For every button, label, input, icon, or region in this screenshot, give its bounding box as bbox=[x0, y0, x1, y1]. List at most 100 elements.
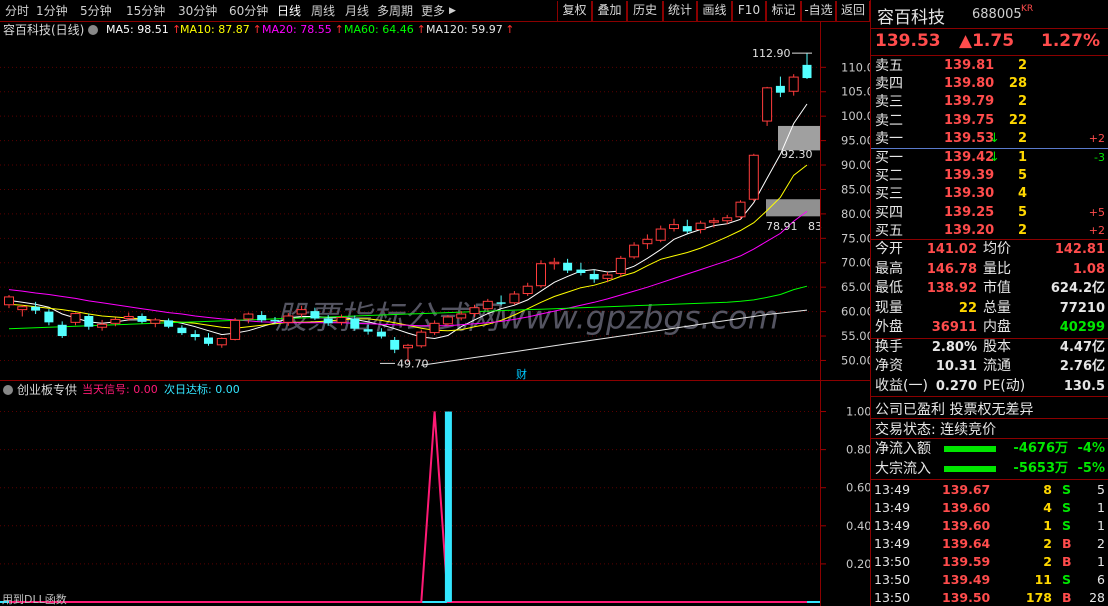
candle[interactable] bbox=[204, 333, 213, 346]
financial-marker[interactable]: 财 bbox=[516, 367, 527, 380]
tick-count: 28 bbox=[1089, 590, 1105, 605]
candle[interactable] bbox=[642, 234, 653, 250]
toolbar-button[interactable]: 标记 bbox=[766, 1, 801, 21]
candle[interactable] bbox=[216, 337, 227, 348]
level-label: 卖二 bbox=[875, 112, 903, 129]
period-tab[interactable]: 日线 bbox=[277, 2, 301, 20]
more-arrow-icon[interactable]: ▶ bbox=[449, 2, 456, 20]
period-tab[interactable]: 60分钟 bbox=[229, 2, 268, 20]
candle[interactable] bbox=[788, 74, 799, 96]
candle[interactable] bbox=[602, 272, 613, 283]
candle[interactable] bbox=[695, 220, 706, 234]
bid-row[interactable]: 买二 139.39 5 bbox=[871, 167, 1108, 185]
bid-row[interactable]: 买五 139.20 2 +2 bbox=[871, 222, 1108, 240]
last-price: 139.53 bbox=[875, 31, 941, 51]
candle-body bbox=[602, 274, 613, 279]
candle[interactable] bbox=[230, 317, 241, 341]
candle-body bbox=[669, 224, 679, 230]
candle[interactable] bbox=[137, 313, 147, 324]
stat-label: 换手 bbox=[875, 339, 903, 355]
toolbar-button[interactable]: 统计 bbox=[663, 1, 697, 21]
candle[interactable] bbox=[70, 312, 81, 326]
candle[interactable] bbox=[150, 317, 161, 328]
period-tab[interactable]: 分时 bbox=[5, 2, 29, 20]
ask-row[interactable]: 卖一 139.53 ↓ 2 +2 bbox=[871, 130, 1108, 148]
candle-body bbox=[97, 323, 108, 328]
price-chart[interactable]: 110.0 105.0 100.0 95.00 90.00 85.00 80.00 75.00… bbox=[0, 38, 870, 380]
toolbar-button[interactable]: 叠加 bbox=[592, 1, 627, 21]
candle[interactable] bbox=[735, 200, 746, 220]
candle[interactable] bbox=[243, 312, 254, 324]
period-tab[interactable]: 1分钟 bbox=[36, 2, 68, 20]
candle[interactable] bbox=[390, 337, 400, 354]
bid-row[interactable]: 买四 139.25 5 +5 bbox=[871, 204, 1108, 222]
candle-body bbox=[4, 296, 14, 306]
period-tab[interactable]: 月线 bbox=[345, 2, 369, 20]
indicator-chart[interactable]: 1.00 0.80 0.60 0.40 0.20 用到DLL函数 bbox=[0, 398, 870, 606]
level-price: 139.75 bbox=[944, 112, 995, 128]
period-tab[interactable]: 更多 bbox=[421, 2, 445, 20]
level-volume: 2 bbox=[1017, 94, 1027, 110]
candle[interactable] bbox=[177, 325, 187, 336]
tick-time: 13:50 bbox=[874, 590, 911, 605]
ask-row[interactable]: 卖三 139.79 2 bbox=[871, 93, 1108, 111]
candle[interactable] bbox=[416, 329, 427, 348]
level-label: 买四 bbox=[875, 204, 903, 221]
candle[interactable] bbox=[762, 86, 773, 126]
candle[interactable] bbox=[190, 330, 200, 341]
candle[interactable] bbox=[84, 313, 94, 330]
period-tab[interactable]: 周线 bbox=[311, 2, 335, 20]
ask-row[interactable]: 卖四 139.80 28 bbox=[871, 75, 1108, 93]
toolbar-button[interactable]: 返回 bbox=[836, 1, 870, 21]
candle[interactable] bbox=[802, 53, 812, 80]
candle[interactable] bbox=[4, 294, 14, 309]
toolbar-button[interactable]: 复权 bbox=[557, 1, 592, 21]
candle[interactable] bbox=[615, 255, 626, 277]
period-tab[interactable]: 15分钟 bbox=[126, 2, 165, 20]
chevron-down-icon[interactable] bbox=[88, 25, 98, 35]
candle[interactable] bbox=[629, 242, 640, 259]
candle[interactable] bbox=[576, 262, 586, 276]
period-toolbar: 分时 1分钟 5分钟 15分钟 30分钟 60分钟 日线 周线 月线 多周期 更多 ▶ 复权 叠加 历史 统计… bbox=[0, 0, 870, 22]
level-volume: 28 bbox=[1008, 76, 1027, 92]
candle[interactable] bbox=[748, 153, 759, 202]
tick-row: 13:49 139.64 2 B 2 bbox=[871, 535, 1108, 553]
candle[interactable] bbox=[57, 321, 67, 338]
candle[interactable] bbox=[655, 225, 666, 243]
candle[interactable] bbox=[509, 291, 520, 305]
ask-row[interactable]: 卖五 139.81 2 bbox=[871, 57, 1108, 75]
candle[interactable] bbox=[669, 218, 679, 232]
candle[interactable] bbox=[257, 311, 267, 323]
flow-row: 净流入额 -4676万 -4% bbox=[871, 439, 1108, 459]
candle[interactable] bbox=[682, 219, 692, 234]
candle[interactable] bbox=[775, 76, 785, 98]
bid-row[interactable]: 买一 139.42 ↓ 1 -3 bbox=[871, 149, 1108, 167]
candle[interactable] bbox=[536, 260, 546, 288]
toolbar-button[interactable]: 画线 bbox=[697, 1, 732, 21]
candle[interactable] bbox=[563, 258, 573, 274]
candle-body bbox=[642, 238, 653, 245]
stock-name[interactable]: 容百科技 bbox=[877, 3, 945, 28]
period-tab[interactable]: 5分钟 bbox=[80, 2, 112, 20]
stat-row: 收益(一) 0.270 PE(动) 130.5 bbox=[871, 377, 1108, 396]
level-volume: 22 bbox=[1008, 112, 1027, 128]
period-tab[interactable]: 多周期 bbox=[377, 2, 413, 20]
period-tab[interactable]: 30分钟 bbox=[178, 2, 217, 20]
candle-body bbox=[216, 337, 227, 346]
candle[interactable] bbox=[522, 282, 533, 296]
candle[interactable] bbox=[442, 315, 453, 326]
ask-row[interactable]: 卖二 139.75 22 bbox=[871, 112, 1108, 130]
candle[interactable] bbox=[97, 319, 108, 331]
toolbar-button[interactable]: 历史 bbox=[627, 1, 663, 21]
bid-row[interactable]: 买三 139.30 4 bbox=[871, 185, 1108, 203]
candle[interactable] bbox=[17, 305, 28, 317]
candle[interactable] bbox=[549, 257, 560, 270]
y-tick-label: 60.00 bbox=[841, 305, 870, 319]
candle[interactable] bbox=[589, 269, 599, 283]
chart-divider bbox=[0, 380, 870, 381]
candle[interactable] bbox=[164, 318, 174, 329]
chevron-down-icon[interactable] bbox=[3, 385, 13, 395]
toolbar-button[interactable]: -自选 bbox=[801, 1, 836, 21]
toolbar-button[interactable]: F10 bbox=[732, 1, 766, 21]
stat-value: 77210 bbox=[1059, 300, 1105, 316]
